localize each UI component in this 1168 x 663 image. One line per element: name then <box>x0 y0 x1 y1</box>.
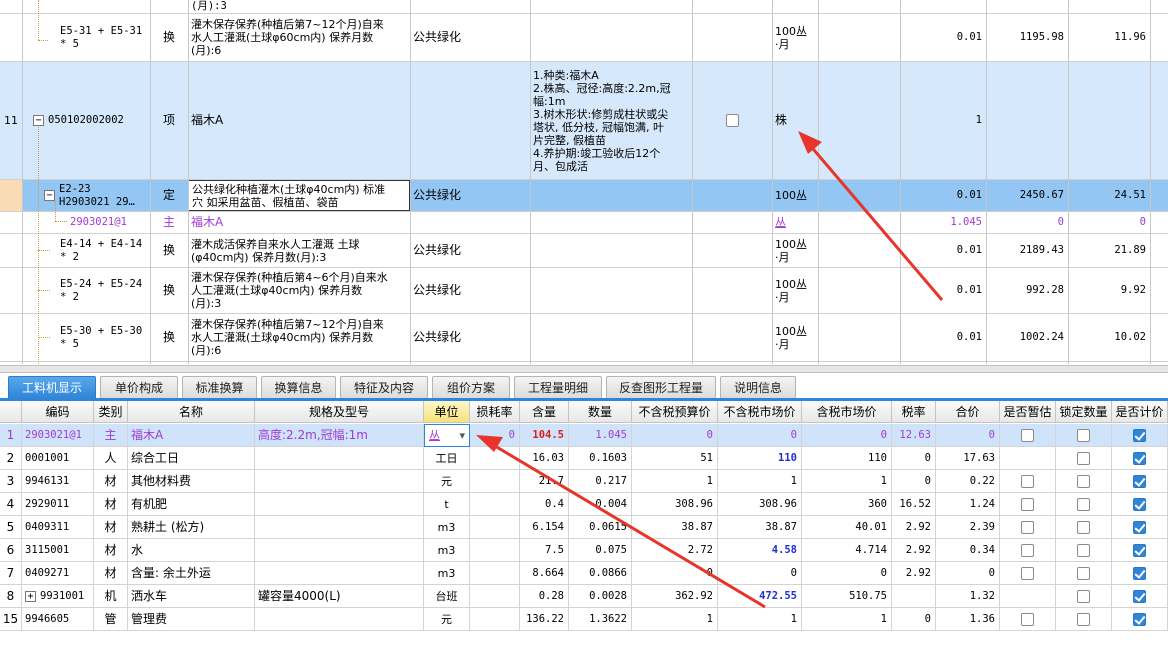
annotation-arrows <box>476 131 944 609</box>
arrow-up <box>798 131 944 301</box>
arrow-left <box>476 435 766 609</box>
